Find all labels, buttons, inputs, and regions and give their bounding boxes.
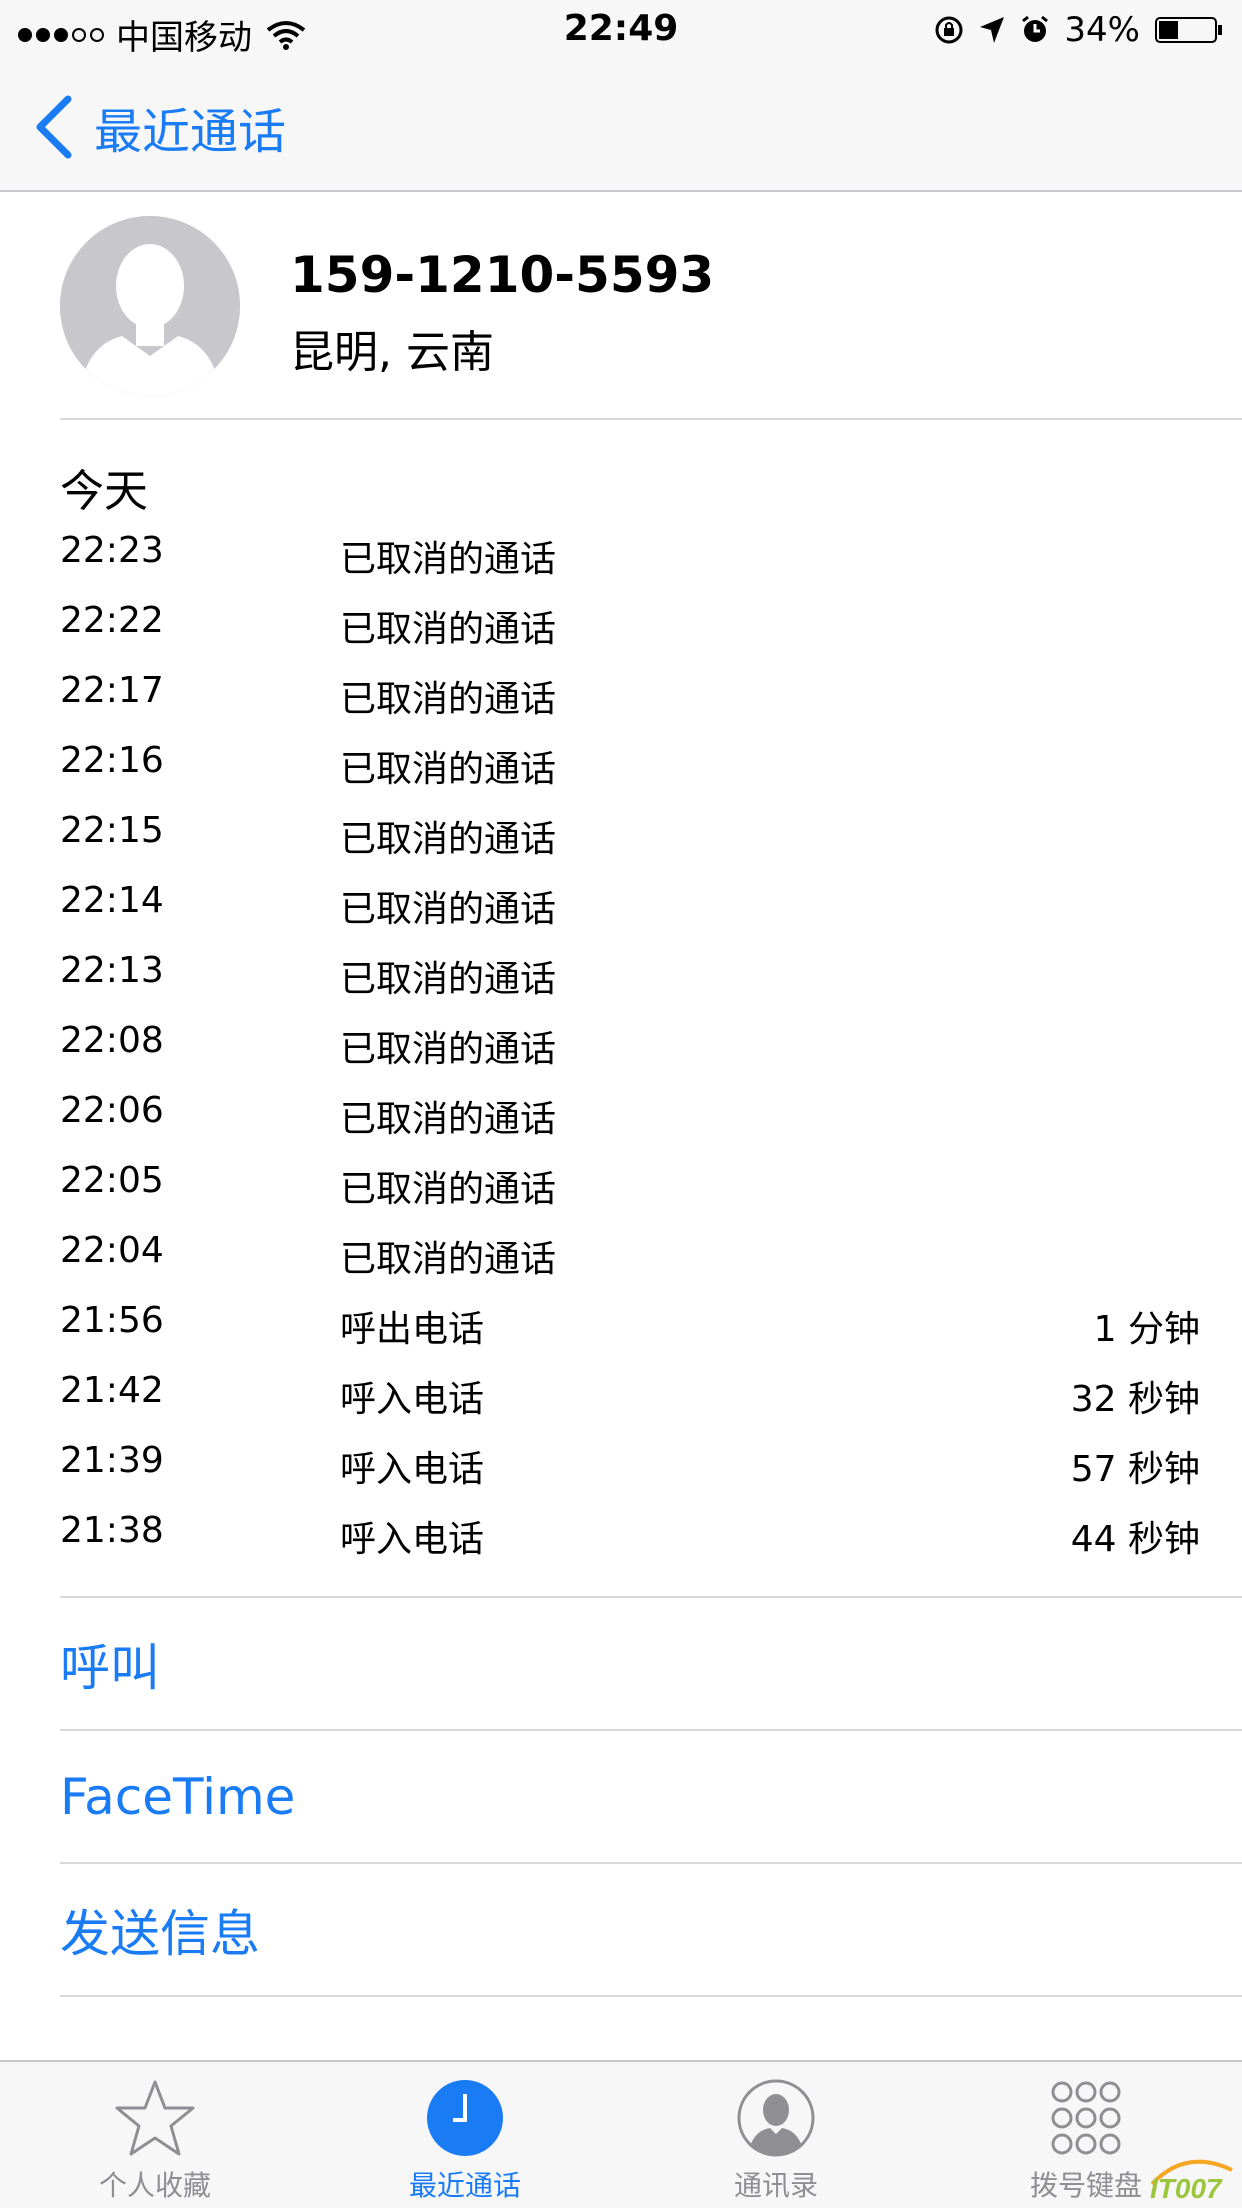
call-duration: 32 秒钟: [1070, 1379, 1200, 1420]
call-row: 22:06 已取消的通话: [60, 1080, 1200, 1150]
facetime-button[interactable]: FaceTime: [60, 1731, 1242, 1864]
contact-actions: 呼叫 FaceTime 发送信息: [60, 1596, 1242, 1997]
clock-icon: [427, 2080, 503, 2156]
contact-header: 159-1210-5593 昆明, 云南: [60, 216, 1242, 420]
tab-favorites[interactable]: 个人收藏: [35, 2062, 275, 2210]
call-type: 已取消的通话: [340, 1029, 557, 1070]
call-row: 21:39 呼入电话 57 秒钟: [60, 1430, 1200, 1500]
call-time: 21:38: [60, 1510, 164, 1551]
keypad-icon: [1051, 2081, 1121, 2155]
location-arrow-icon: [980, 17, 1005, 43]
call-time: 21:39: [60, 1440, 164, 1481]
call-row: 21:38 呼入电话 44 秒钟: [60, 1500, 1200, 1570]
call-row: 22:04 已取消的通话: [60, 1220, 1200, 1290]
call-duration: 1 分钟: [1093, 1309, 1200, 1350]
contact-number: 159-1210-5593: [290, 246, 715, 304]
tab-bar: 个人收藏 最近通话 通讯录 拨号键盘: [0, 2060, 1242, 2208]
call-time: 22:13: [60, 950, 164, 991]
alarm-icon: [1022, 15, 1049, 42]
call-time: 22:08: [60, 1020, 164, 1061]
tab-recents-label: 最近通话: [408, 2169, 521, 2202]
call-row: 21:42 呼入电话 32 秒钟: [60, 1360, 1200, 1430]
call-time: 22:23: [60, 530, 164, 571]
call-type: 已取消的通话: [340, 1169, 557, 1210]
call-time: 21:42: [60, 1370, 164, 1411]
call-type: 已取消的通话: [340, 819, 557, 860]
call-row: 21:56 呼出电话 1 分钟: [60, 1290, 1200, 1360]
call-time: 22:15: [60, 810, 164, 851]
avatar[interactable]: [60, 216, 240, 396]
call-duration: 44 秒钟: [1070, 1519, 1200, 1560]
day-label: 今天: [60, 466, 148, 517]
contact-location: 昆明, 云南: [290, 327, 494, 378]
call-row: 22:17 已取消的通话: [60, 660, 1200, 730]
call-type: 已取消的通话: [340, 959, 557, 1000]
call-type: 已取消的通话: [340, 889, 557, 930]
call-type: 已取消的通话: [340, 679, 557, 720]
call-time: 22:04: [60, 1230, 164, 1271]
call-button[interactable]: 呼叫: [60, 1598, 1242, 1731]
star-icon: [115, 2080, 195, 2156]
call-type: 呼出电话: [340, 1309, 485, 1350]
call-time: 21:56: [60, 1300, 164, 1341]
svg-text:IT007: IT007: [1150, 2173, 1223, 2202]
call-row: 22:23 已取消的通话: [60, 520, 1200, 590]
contacts-icon: [737, 2079, 815, 2157]
status-right: 34%: [934, 10, 1224, 50]
call-time: 22:17: [60, 670, 164, 711]
send-message-button[interactable]: 发送信息: [60, 1864, 1242, 1997]
call-row: 22:13 已取消的通话: [60, 940, 1200, 1010]
call-type: 已取消的通话: [340, 749, 557, 790]
call-time: 22:22: [60, 600, 164, 641]
call-row: 22:14 已取消的通话: [60, 870, 1200, 940]
chevron-left-icon: [36, 95, 72, 159]
tab-contacts-label: 通讯录: [733, 2169, 818, 2202]
call-time: 22:16: [60, 740, 164, 781]
call-type: 已取消的通话: [340, 1239, 557, 1280]
call-row: 22:08 已取消的通话: [60, 1010, 1200, 1080]
call-time: 22:14: [60, 880, 164, 921]
rotation-lock-icon: [935, 16, 963, 44]
tab-favorites-label: 个人收藏: [98, 2169, 211, 2202]
tab-contacts[interactable]: 通讯录: [656, 2062, 896, 2210]
call-time: 22:06: [60, 1090, 164, 1131]
back-button[interactable]: 最近通话: [34, 92, 286, 162]
call-type: 呼入电话: [340, 1519, 485, 1560]
call-duration: 57 秒钟: [1070, 1449, 1200, 1490]
back-button-label: 最近通话: [94, 104, 287, 160]
call-row: 22:16 已取消的通话: [60, 730, 1200, 800]
call-type: 呼入电话: [340, 1379, 485, 1420]
person-silhouette-icon: [60, 216, 240, 396]
call-type: 呼入电话: [340, 1449, 485, 1490]
call-type: 已取消的通话: [340, 609, 557, 650]
battery-icon: [1155, 17, 1222, 43]
call-row: 22:22 已取消的通话: [60, 590, 1200, 660]
call-time: 22:05: [60, 1160, 164, 1201]
call-row: 22:15 已取消的通话: [60, 800, 1200, 870]
status-bar: 中国移动 22:49 34%: [0, 0, 1242, 62]
battery-percent: 34%: [1064, 10, 1140, 50]
call-type: 已取消的通话: [340, 1099, 557, 1140]
call-history-list: 22:23 已取消的通话 22:22 已取消的通话 22:17 已取消的通话 22:1…: [60, 520, 1200, 1570]
watermark-logo-icon: IT007: [1150, 2159, 1233, 2202]
navigation-bar: 最近通话: [0, 62, 1242, 192]
call-row: 22:05 已取消的通话: [60, 1150, 1200, 1220]
tab-recents[interactable]: 最近通话: [345, 2062, 585, 2210]
call-type: 已取消的通话: [340, 539, 557, 580]
